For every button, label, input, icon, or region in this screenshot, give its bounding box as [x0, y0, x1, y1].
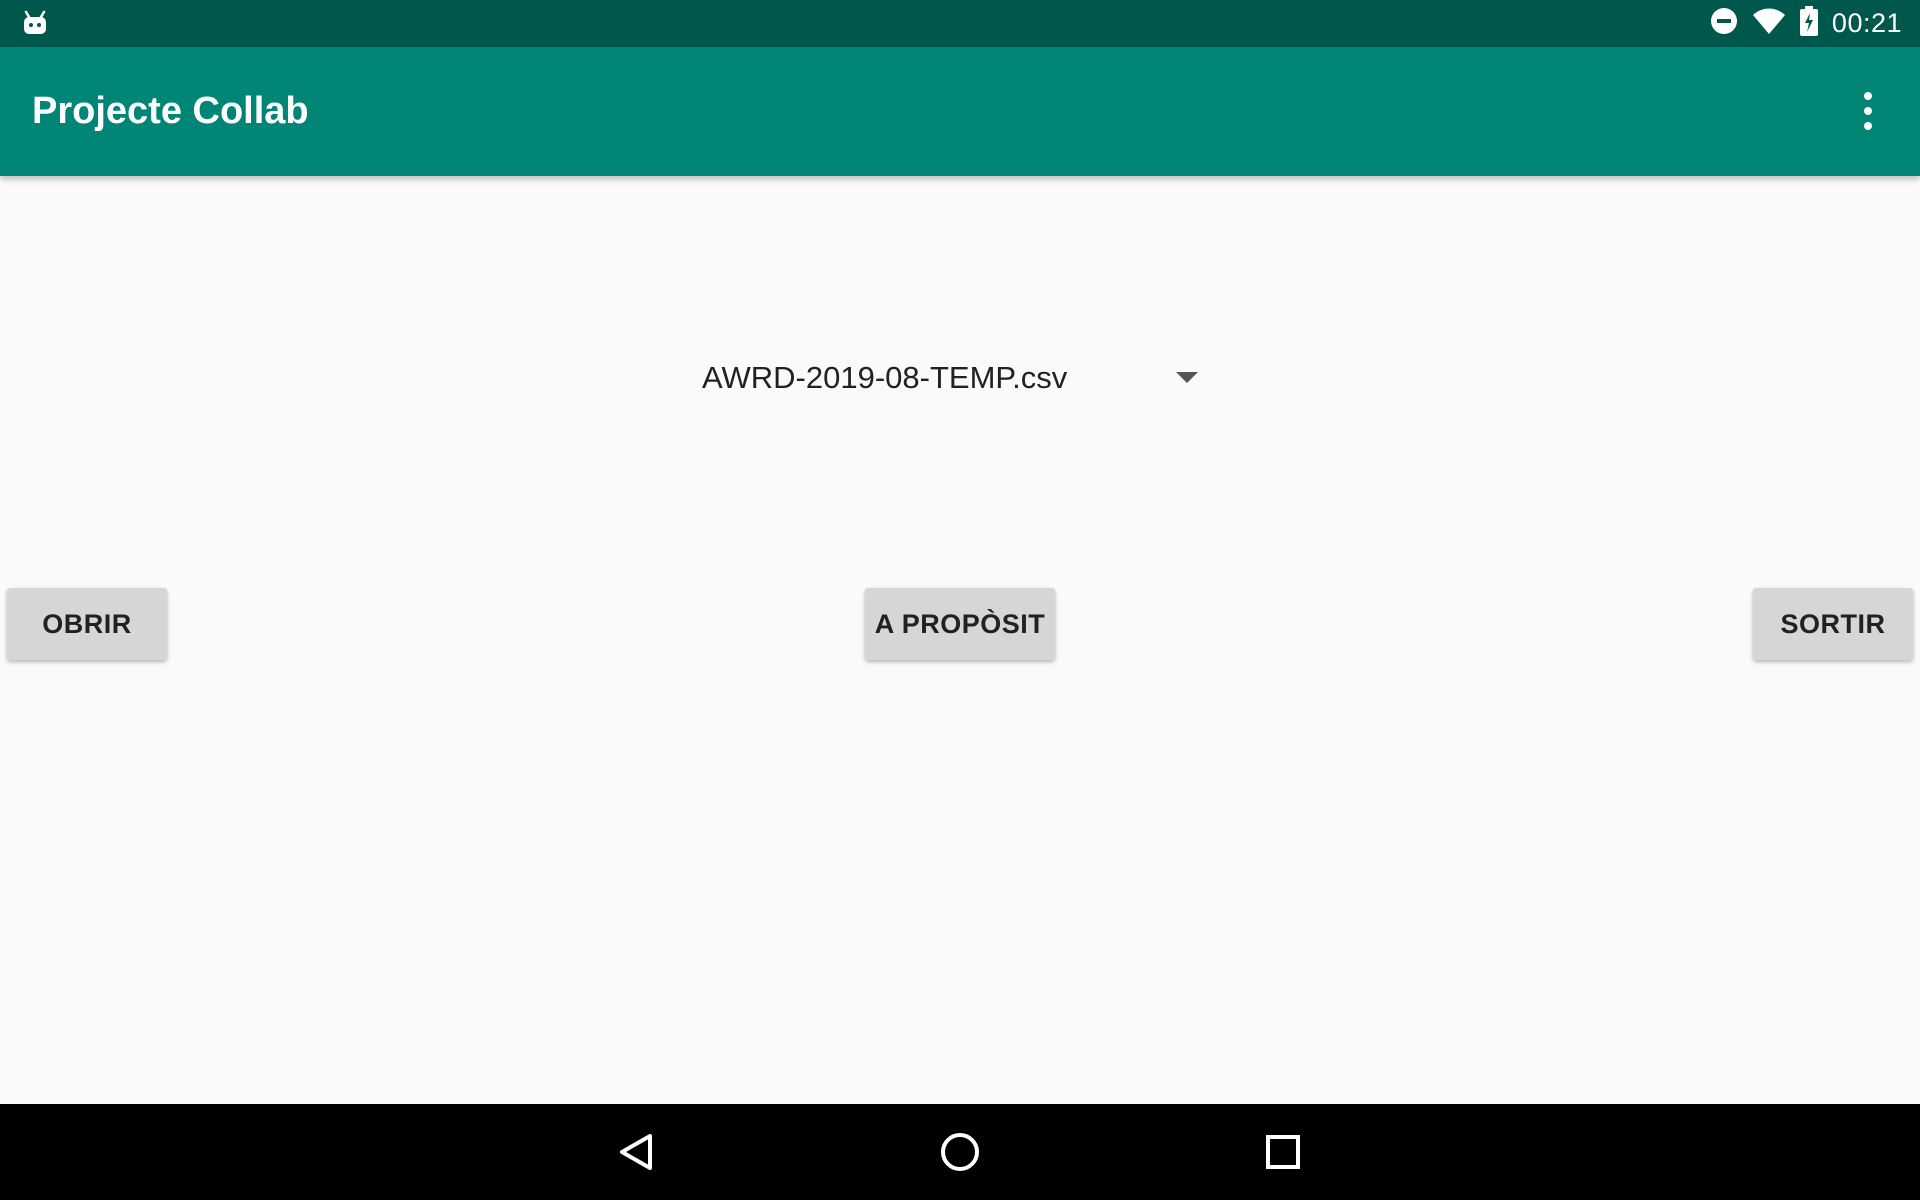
- clock: 00:21: [1831, 8, 1902, 38]
- about-button[interactable]: A PROPÒSIT: [865, 588, 1055, 660]
- home-icon[interactable]: [930, 1122, 990, 1182]
- back-icon[interactable]: [606, 1122, 666, 1182]
- menu-dot: [1864, 122, 1872, 130]
- do-not-disturb-icon: [1710, 7, 1738, 40]
- dropdown-arrow-icon: [1176, 372, 1198, 383]
- app-title: Projecte Collab: [32, 90, 309, 132]
- battery-charging-icon: [1799, 6, 1818, 41]
- file-spinner[interactable]: AWRD-2019-08-TEMP.csv: [690, 346, 1210, 410]
- app-bar: Projecte Collab: [0, 47, 1920, 176]
- spinner-selected-value: AWRD-2019-08-TEMP.csv: [702, 360, 1068, 395]
- status-bar: 00:21: [0, 0, 1920, 47]
- wifi-icon: [1752, 7, 1786, 40]
- navigation-bar: [0, 1104, 1920, 1200]
- android-icon: [22, 10, 48, 41]
- exit-button[interactable]: SORTIR: [1753, 588, 1913, 660]
- recents-icon[interactable]: [1253, 1122, 1313, 1182]
- more-vert-icon[interactable]: [1840, 83, 1896, 139]
- status-icons: 00:21: [1710, 0, 1902, 47]
- menu-dot: [1864, 107, 1872, 115]
- menu-dot: [1864, 92, 1872, 100]
- open-button[interactable]: OBRIR: [7, 588, 167, 660]
